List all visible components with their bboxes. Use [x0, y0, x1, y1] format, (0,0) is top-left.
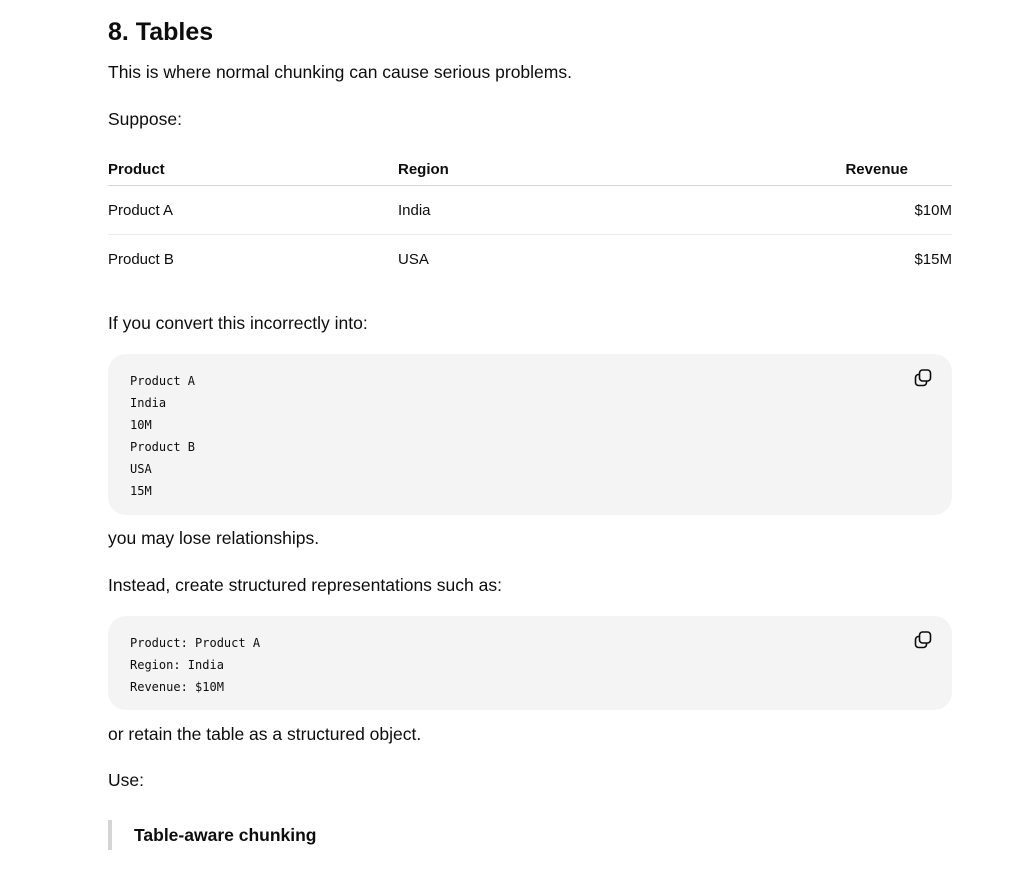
code-block-content: Product A India 10M Product B USA 15M [130, 374, 196, 498]
table-header-region: Region [398, 153, 818, 186]
table-cell-region: USA [398, 250, 429, 268]
copy-icon[interactable] [912, 629, 934, 651]
table-row: Product B USA $15M [108, 235, 952, 284]
table-header-revenue: Revenue [818, 153, 952, 186]
code-block-content: Product: Product A Region: India Revenue… [130, 636, 261, 694]
table-cell-region: India [398, 185, 818, 235]
blockquote-text: Table-aware chunking [134, 824, 317, 845]
table-row: Product A India $10M [108, 185, 952, 235]
section-heading: 8. Tables [108, 18, 214, 46]
table-header-product: Product [108, 153, 398, 186]
copy-icon[interactable] [912, 367, 934, 389]
convert-paragraph: If you convert this incorrectly into: [108, 313, 368, 333]
code-block-structured: Product: Product A Region: India Revenue… [108, 616, 952, 710]
blockquote: Table-aware chunking [108, 820, 317, 850]
instead-paragraph: Instead, create structured representatio… [108, 575, 502, 595]
lose-paragraph: you may lose relationships. [108, 528, 320, 548]
revenue-table: Product Region Revenue Product A India $… [108, 153, 952, 283]
article-content: 8. Tables This is where normal chunking … [0, 0, 1010, 881]
retain-paragraph: or retain the table as a structured obje… [108, 724, 422, 744]
intro-paragraph: This is where normal chunking can cause … [108, 62, 572, 82]
table-cell-revenue: $10M [818, 185, 952, 235]
table-header-row: Product Region Revenue [108, 153, 952, 186]
table-cell-product: Product B [108, 250, 174, 268]
table-cell-revenue: $15M [914, 250, 952, 268]
use-paragraph: Use: [108, 770, 144, 790]
table-cell-product: Product A [108, 185, 398, 235]
code-block-flat: Product A India 10M Product B USA 15M [108, 354, 952, 515]
suppose-paragraph: Suppose: [108, 109, 182, 129]
